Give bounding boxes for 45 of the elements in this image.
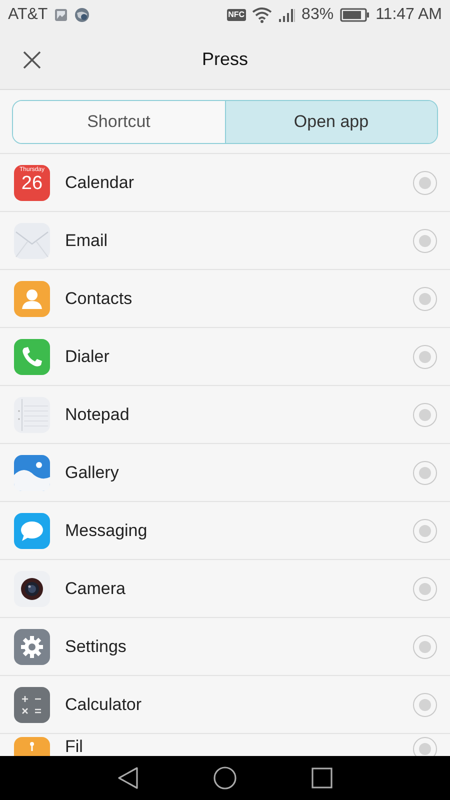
radio-button[interactable] — [413, 634, 437, 658]
radio-button[interactable] — [413, 518, 437, 542]
app-name: Camera — [65, 578, 126, 598]
back-icon[interactable] — [117, 766, 139, 790]
battery-icon — [340, 8, 370, 22]
app-name: Dialer — [65, 346, 110, 366]
carrier-name: AT&T — [8, 6, 48, 24]
segment-tab[interactable]: Open app — [224, 101, 437, 143]
radio-button[interactable] — [413, 576, 437, 600]
home-icon[interactable] — [213, 766, 237, 790]
screen-title: Press — [200, 49, 249, 70]
radio-button[interactable] — [413, 286, 437, 310]
nfc-icon: NFC — [227, 9, 246, 21]
landscape-icon — [14, 454, 50, 490]
radio-button[interactable] — [413, 228, 437, 252]
wifi-icon — [252, 7, 272, 23]
app-name: Contacts — [65, 288, 134, 308]
phone-icon — [14, 338, 50, 374]
gear-icon — [14, 628, 50, 664]
app-name: Calendar — [65, 172, 135, 192]
image-notification-icon — [54, 8, 68, 22]
radio-button[interactable] — [413, 692, 437, 716]
calculator-icon — [14, 686, 50, 722]
signal-icon — [278, 8, 296, 22]
speech-bubble-icon — [14, 512, 50, 548]
camera-lens-icon — [14, 570, 50, 606]
globe-icon — [74, 7, 90, 23]
radio-button[interactable] — [413, 402, 437, 426]
app-name: Notepad — [65, 404, 130, 424]
recent-apps-icon[interactable] — [311, 767, 333, 789]
clock-time: 11:47 AM — [376, 6, 442, 24]
radio-button[interactable] — [413, 170, 437, 194]
app-name: Fil — [65, 737, 84, 756]
battery-percentage: 83% — [302, 6, 334, 24]
app-name: Calculator — [65, 694, 143, 714]
notepad-icon — [14, 396, 50, 432]
app-name: Messaging — [65, 520, 148, 540]
envelope-icon — [14, 222, 50, 258]
person-icon — [14, 280, 50, 316]
app-name: Settings — [65, 636, 128, 656]
app-name: Gallery — [65, 462, 120, 482]
close-icon — [23, 50, 41, 68]
app-name: Email — [65, 230, 109, 250]
radio-button[interactable] — [413, 460, 437, 484]
radio-button[interactable] — [413, 344, 437, 368]
